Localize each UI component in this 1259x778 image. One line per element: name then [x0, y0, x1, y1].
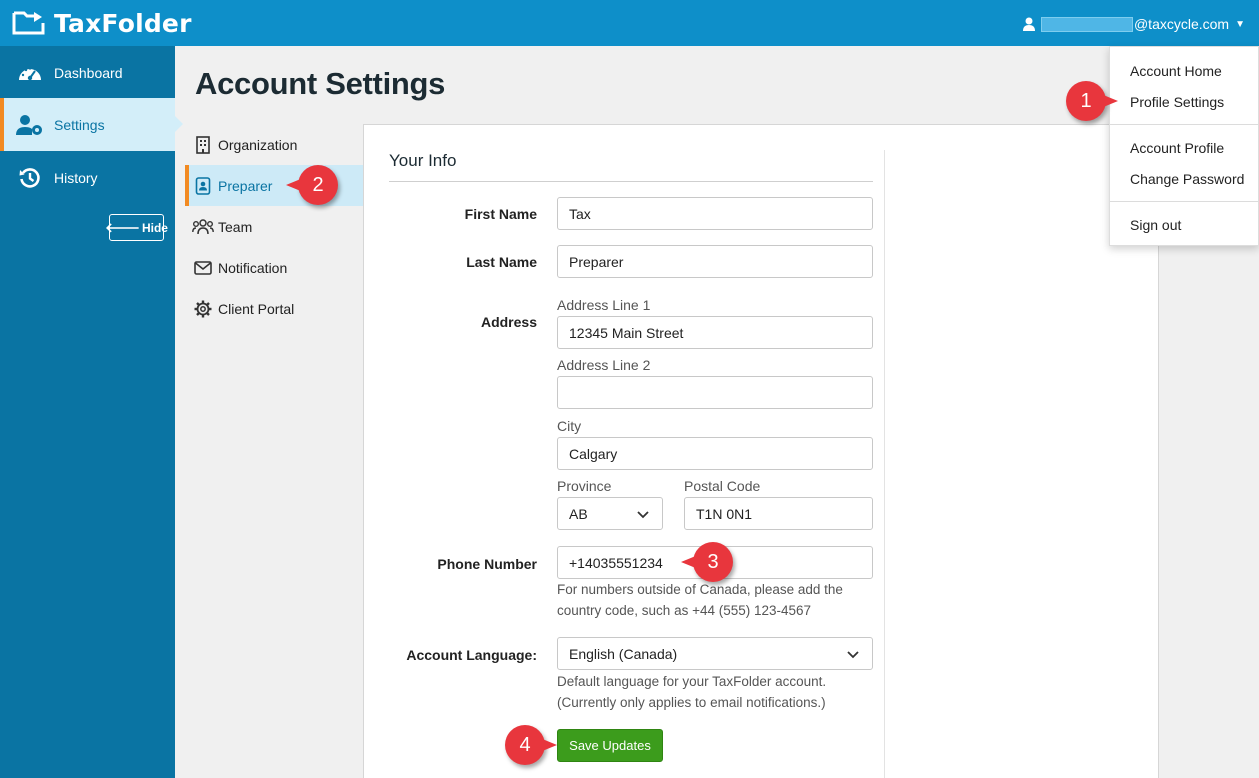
callout-badge-4: 4 [505, 725, 557, 765]
last-name-field[interactable]: Preparer [557, 245, 873, 278]
section-title: Your Info [389, 151, 457, 170]
last-name-value: Preparer [569, 253, 624, 270]
language-help-line: Default language for your TaxFolder acco… [557, 674, 827, 689]
menu-item-account-profile[interactable]: Account Profile [1130, 140, 1224, 156]
sidebar-item-label: Dashboard [54, 64, 123, 81]
province-value: AB [569, 505, 588, 522]
users-icon [192, 218, 214, 235]
address-line2-label: Address Line 2 [557, 357, 651, 373]
user-icon [1022, 17, 1035, 31]
tab-label: Preparer [218, 177, 273, 194]
menu-item-profile-settings[interactable]: Profile Settings [1130, 94, 1224, 110]
tab-label: Organization [218, 136, 298, 153]
folder-logo-icon [12, 11, 45, 35]
phone-number-label: Phone Number [437, 556, 537, 572]
callout-number: 2 [312, 173, 324, 196]
hide-button-label: Hide [141, 220, 168, 235]
city-label: City [557, 418, 582, 434]
callout-badge-3: 3 [681, 542, 733, 582]
sidebar-item-label: History [54, 169, 98, 186]
sidebar-item-history[interactable]: History [0, 151, 175, 204]
tab-client-portal[interactable]: Client Portal [185, 288, 363, 329]
province-label: Province [557, 478, 612, 494]
tab-label: Notification [218, 259, 288, 276]
chevron-down-icon [847, 651, 859, 659]
city-value: Calgary [569, 445, 618, 462]
user-gear-icon [16, 113, 44, 137]
last-name-label: Last Name [466, 254, 537, 270]
first-name-value: Tax [569, 205, 591, 222]
tab-team[interactable]: Team [185, 206, 363, 247]
building-icon [192, 135, 214, 154]
user-menu-toggle[interactable]: @taxcycle.com ▼ [1022, 14, 1245, 34]
account-language-select[interactable]: English (Canada) [557, 637, 873, 670]
first-name-field[interactable]: Tax [557, 197, 873, 230]
sidebar-item-label: Settings [54, 116, 105, 133]
sidebar-item-settings[interactable]: Settings [0, 98, 183, 151]
menu-item-account-home[interactable]: Account Home [1130, 63, 1222, 79]
language-help-text: Default language for your TaxFolder acco… [557, 671, 826, 713]
phone-help-line: country code, such as +44 (555) 123-4567 [557, 603, 812, 618]
caret-down-icon: ▼ [1235, 18, 1245, 30]
address-label: Address [480, 314, 537, 330]
app-name: TaxFolder [54, 8, 192, 38]
city-field[interactable]: Calgary [557, 437, 873, 470]
callout-number: 1 [1080, 89, 1092, 112]
arrow-left-icon: 🡐 [105, 219, 140, 235]
user-dropdown-menu: Account Home Profile Settings Account Pr… [1109, 46, 1259, 246]
save-updates-button[interactable]: Save Updates [557, 729, 663, 762]
address-line1-value: 12345 Main Street [569, 324, 684, 341]
top-bar: TaxFolder @taxcycle.com ▼ [0, 0, 1259, 46]
postal-code-field[interactable]: T1N 0N1 [684, 497, 873, 530]
postal-code-value: T1N 0N1 [696, 505, 753, 522]
gear-icon [192, 300, 214, 318]
province-select[interactable]: AB [557, 497, 663, 530]
sidebar-item-dashboard[interactable]: Dashboard [0, 46, 175, 99]
menu-divider [1110, 124, 1259, 125]
hide-sidebar-button[interactable]: 🡐 Hide [105, 214, 168, 241]
language-help-line: (Currently only applies to email notific… [557, 695, 826, 710]
account-language-label: Account Language: [406, 647, 537, 663]
phone-help-text: For numbers outside of Canada, please ad… [557, 579, 843, 621]
section-divider [389, 181, 873, 182]
tab-notification[interactable]: Notification [185, 247, 363, 288]
tab-label: Team [218, 218, 253, 235]
menu-item-change-password[interactable]: Change Password [1130, 171, 1244, 187]
callout-badge-2: 2 [286, 165, 338, 205]
save-button-label: Save Updates [569, 738, 651, 753]
redacted-email-username [1040, 16, 1133, 32]
address-line1-label: Address Line 1 [557, 297, 651, 313]
tab-label: Client Portal [218, 300, 295, 317]
callout-badge-1: 1 [1066, 81, 1118, 121]
contact-card-icon [192, 176, 214, 195]
user-email-domain: @taxcycle.com [1133, 16, 1230, 32]
address-line2-field[interactable] [557, 376, 873, 409]
tab-organization[interactable]: Organization [185, 124, 363, 165]
first-name-label: First Name [464, 206, 537, 222]
postal-code-label: Postal Code [684, 478, 761, 494]
menu-divider [1110, 201, 1259, 202]
history-icon [16, 166, 44, 190]
phone-help-line: For numbers outside of Canada, please ad… [557, 582, 843, 597]
phone-number-value: +14035551234 [569, 554, 663, 571]
chevron-down-icon [637, 511, 649, 519]
app-logo[interactable]: TaxFolder [12, 6, 192, 40]
page-title: Account Settings [195, 66, 446, 101]
panel-divider [884, 150, 885, 778]
dashboard-gauge-icon [16, 61, 44, 85]
callout-number: 3 [707, 550, 719, 573]
address-line1-field[interactable]: 12345 Main Street [557, 316, 873, 349]
sidebar: Dashboard Settings History 🡐 Hide [0, 46, 183, 778]
envelope-icon [192, 260, 214, 275]
callout-number: 4 [519, 733, 531, 756]
account-language-value: English (Canada) [569, 645, 678, 662]
menu-item-sign-out[interactable]: Sign out [1130, 217, 1181, 233]
